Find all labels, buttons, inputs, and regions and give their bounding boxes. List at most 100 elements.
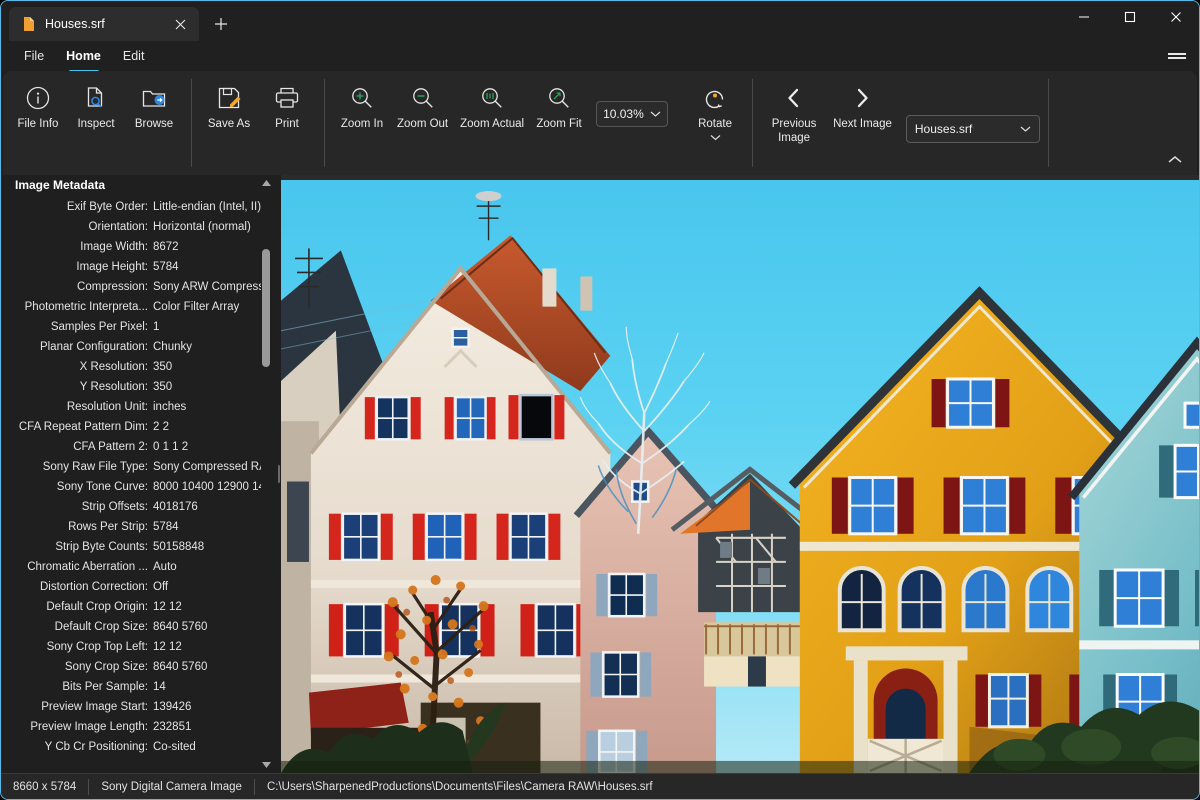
metadata-value: 14	[153, 677, 261, 697]
zoom-level-combobox[interactable]: 10.03%	[596, 101, 668, 127]
ribbon-collapse-button[interactable]	[1163, 149, 1187, 169]
metadata-row[interactable]: Y Cb Cr Positioning:Co-sited	[1, 737, 261, 757]
metadata-row[interactable]: Default Crop Origin:12 12	[1, 597, 261, 617]
tab-edit[interactable]: Edit	[112, 41, 156, 71]
metadata-row[interactable]: Resolution Unit:inches	[1, 397, 261, 417]
previous-image-button[interactable]: Previous Image	[761, 79, 827, 148]
metadata-row[interactable]: Preview Image Length:232851	[1, 717, 261, 737]
metadata-value: 50158848	[153, 537, 261, 557]
metadata-key: Preview Image Length:	[1, 717, 153, 737]
chevron-up-icon	[1168, 155, 1182, 164]
save-as-button[interactable]: Save As	[200, 79, 258, 133]
zoom-actual-button[interactable]: Zoom Actual	[454, 79, 530, 133]
metadata-row[interactable]: Strip Offsets:4018176	[1, 497, 261, 517]
minimize-button[interactable]	[1061, 1, 1107, 33]
scroll-down-button[interactable]	[259, 757, 273, 773]
metadata-row[interactable]: Strip Byte Counts:50158848	[1, 537, 261, 557]
splitter-grip	[278, 465, 280, 483]
tab-houses-srf[interactable]: Houses.srf	[9, 7, 199, 41]
metadata-row[interactable]: Planar Configuration:Chunky	[1, 337, 261, 357]
metadata-value: inches	[153, 397, 261, 417]
metadata-key: Image Height:	[1, 257, 153, 277]
file-selector-combobox[interactable]: Houses.srf	[906, 115, 1040, 143]
metadata-scroll-thumb[interactable]	[262, 249, 270, 367]
metadata-value: 12 12	[153, 597, 261, 617]
metadata-row[interactable]: Distortion Correction:Off	[1, 577, 261, 597]
photo-canvas[interactable]	[281, 180, 1199, 773]
metadata-value: 2 2	[153, 417, 261, 437]
metadata-row[interactable]: Compression:Sony ARW Compress...	[1, 277, 261, 297]
print-label: Print	[275, 117, 299, 131]
metadata-value: 350	[153, 377, 261, 397]
metadata-row[interactable]: Samples Per Pixel:1	[1, 317, 261, 337]
metadata-key: Orientation:	[1, 217, 153, 237]
metadata-value: 4018176	[153, 497, 261, 517]
metadata-value: 8640 5760	[153, 657, 261, 677]
metadata-row[interactable]: CFA Repeat Pattern Dim:2 2	[1, 417, 261, 437]
metadata-key: Photometric Interpreta...	[1, 297, 153, 317]
close-tab-icon[interactable]	[167, 12, 193, 36]
chevron-right-icon	[851, 83, 873, 113]
save-as-label: Save As	[208, 117, 250, 131]
rotate-label: Rotate	[698, 117, 732, 131]
tab-strip: Houses.srf	[1, 1, 237, 41]
metadata-row[interactable]: Sony Crop Size:8640 5760	[1, 657, 261, 677]
file-info-button[interactable]: File Info	[9, 79, 67, 133]
metadata-key: Y Resolution:	[1, 377, 153, 397]
browse-label: Browse	[135, 117, 173, 131]
scroll-up-button[interactable]	[259, 175, 273, 191]
hamburger-menu-icon[interactable]	[1155, 41, 1199, 71]
rotate-button[interactable]: Rotate	[686, 79, 744, 143]
browse-button[interactable]: Browse	[125, 79, 183, 133]
metadata-value: 8672	[153, 237, 261, 257]
metadata-row[interactable]: Y Resolution:350	[1, 377, 261, 397]
metadata-key: X Resolution:	[1, 357, 153, 377]
save-pencil-icon	[216, 83, 242, 113]
metadata-row[interactable]: Sony Tone Curve:8000 10400 12900 14100	[1, 477, 261, 497]
metadata-key: Rows Per Strip:	[1, 517, 153, 537]
tab-file[interactable]: File	[13, 41, 55, 71]
previous-image-label: Previous Image	[772, 117, 817, 146]
status-file-type: Sony Digital Camera Image	[89, 781, 254, 793]
metadata-row[interactable]: Image Width:8672	[1, 237, 261, 257]
chevron-down-icon[interactable]	[710, 134, 721, 141]
metadata-panel-title: Image Metadata	[1, 175, 277, 197]
zoom-fit-button[interactable]: Zoom Fit	[530, 79, 588, 133]
ribbon-group-rotate: Rotate	[680, 71, 750, 175]
zoom-out-button[interactable]: Zoom Out	[391, 79, 454, 133]
metadata-row[interactable]: Photometric Interpreta...Color Filter Ar…	[1, 297, 261, 317]
metadata-row[interactable]: X Resolution:350	[1, 357, 261, 377]
inspect-button[interactable]: Inspect	[67, 79, 125, 133]
next-image-button[interactable]: Next Image	[827, 79, 898, 133]
tab-home[interactable]: Home	[55, 41, 112, 71]
maximize-button[interactable]	[1107, 1, 1153, 33]
metadata-scrollbar[interactable]	[259, 175, 273, 773]
new-tab-button[interactable]	[205, 9, 237, 39]
close-window-button[interactable]	[1153, 1, 1199, 33]
image-viewer[interactable]	[281, 175, 1199, 773]
print-button[interactable]: Print	[258, 79, 316, 133]
metadata-list[interactable]: Exif Byte Order:Little-endian (Intel, II…	[1, 197, 277, 773]
metadata-key: Distortion Correction:	[1, 577, 153, 597]
status-file-path: C:\Users\SharpenedProductions\Documents\…	[255, 781, 665, 793]
metadata-value: 5784	[153, 257, 261, 277]
ribbon-group-zoom: Zoom In Zoom Out	[327, 71, 680, 175]
metadata-row[interactable]: Chromatic Aberration ...Auto	[1, 557, 261, 577]
metadata-scroll-track[interactable]	[259, 191, 273, 757]
metadata-value: 350	[153, 357, 261, 377]
metadata-row[interactable]: Orientation:Horizontal (normal)	[1, 217, 261, 237]
metadata-row[interactable]: Image Height:5784	[1, 257, 261, 277]
metadata-row[interactable]: Sony Raw File Type:Sony Compressed RA...	[1, 457, 261, 477]
metadata-value: 8640 5760	[153, 617, 261, 637]
metadata-row[interactable]: Sony Crop Top Left:12 12	[1, 637, 261, 657]
zoom-in-button[interactable]: Zoom In	[333, 79, 391, 133]
metadata-row[interactable]: Preview Image Start:139426	[1, 697, 261, 717]
metadata-row[interactable]: CFA Pattern 2:0 1 1 2	[1, 437, 261, 457]
metadata-row[interactable]: Bits Per Sample:14	[1, 677, 261, 697]
magnifier-plus-icon	[349, 83, 375, 113]
ribbon-separator	[324, 79, 325, 167]
metadata-row[interactable]: Rows Per Strip:5784	[1, 517, 261, 537]
metadata-row[interactable]: Exif Byte Order:Little-endian (Intel, II…	[1, 197, 261, 217]
metadata-key: Exif Byte Order:	[1, 197, 153, 217]
metadata-row[interactable]: Default Crop Size:8640 5760	[1, 617, 261, 637]
